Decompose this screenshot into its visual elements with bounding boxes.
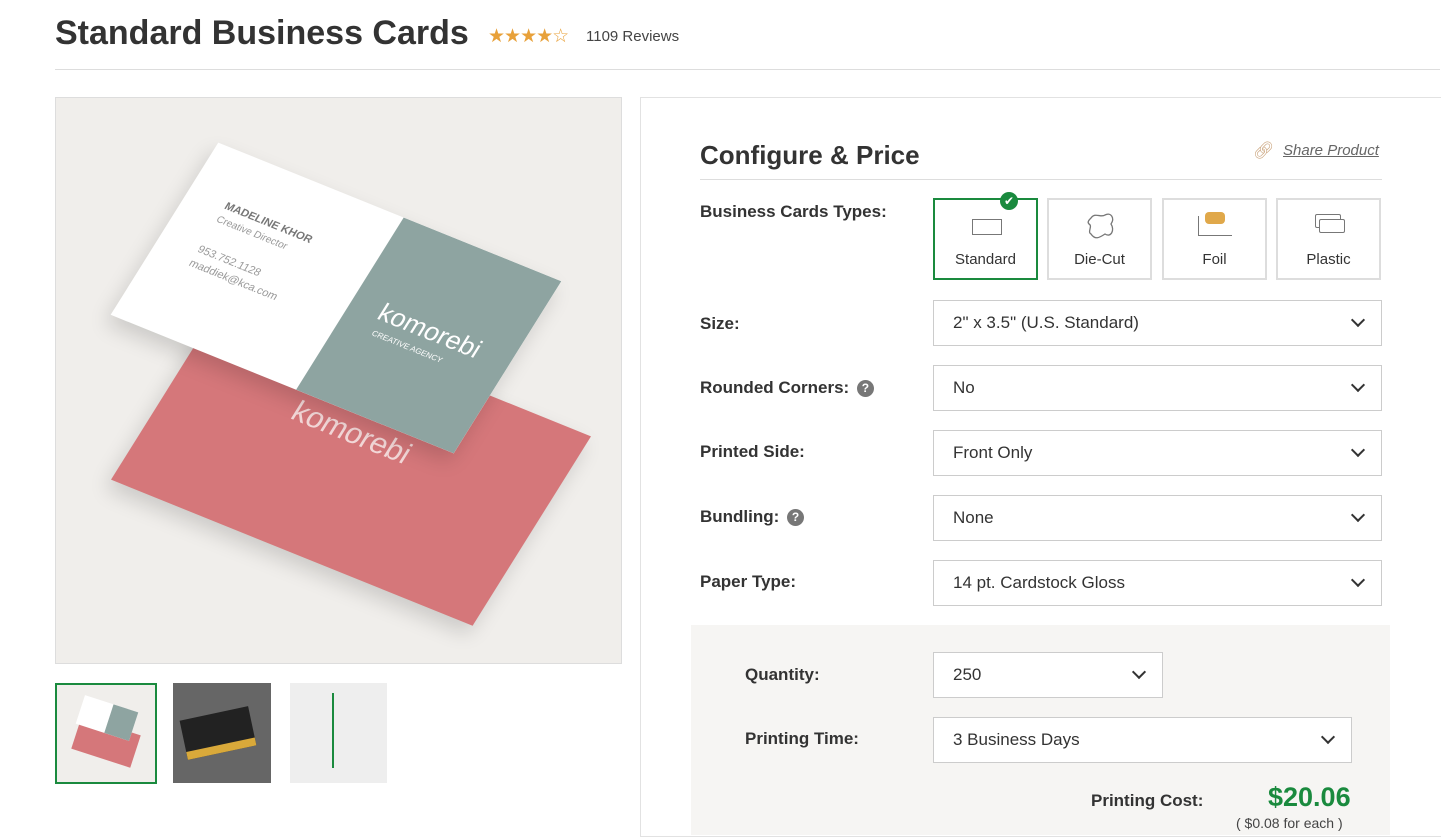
chevron-down-icon xyxy=(1350,312,1366,328)
type-label: Plastic xyxy=(1306,251,1351,268)
rounded-corners-select[interactable]: No xyxy=(933,365,1382,411)
paper-type-select[interactable]: 14 pt. Cardstock Gloss xyxy=(933,560,1382,606)
link-icon: 🔗︎ xyxy=(1253,141,1275,160)
type-standard[interactable]: Standard ✔ xyxy=(933,192,1038,280)
chevron-down-icon xyxy=(1131,664,1147,680)
chevron-down-icon xyxy=(1350,377,1366,393)
bundling-select[interactable]: None xyxy=(933,495,1382,541)
type-die-cut[interactable]: Die-Cut xyxy=(1047,198,1152,280)
type-plastic[interactable]: Plastic xyxy=(1276,198,1381,280)
label-text: Bundling: xyxy=(700,507,780,526)
select-value: None xyxy=(953,508,994,527)
chevron-down-icon xyxy=(1320,729,1336,745)
thumbnail-2[interactable] xyxy=(173,683,271,783)
printing-time-select[interactable]: 3 Business Days xyxy=(933,717,1352,763)
divider xyxy=(700,179,1382,180)
chevron-down-icon xyxy=(1350,572,1366,588)
printing-cost-label: Printing Cost: xyxy=(1091,791,1204,810)
page-title: Standard Business Cards xyxy=(55,14,469,52)
type-foil[interactable]: Foil xyxy=(1162,198,1267,280)
types-label: Business Cards Types: xyxy=(700,202,887,221)
rating-stars: ★★★★☆ xyxy=(488,26,569,47)
bundling-label: Bundling: ? xyxy=(700,507,805,527)
chevron-down-icon xyxy=(1350,442,1366,458)
size-select[interactable]: 2" x 3.5" (U.S. Standard) xyxy=(933,300,1382,346)
product-image: komorebi MADELINE KHOR Creative Director… xyxy=(55,97,622,664)
help-icon[interactable]: ? xyxy=(787,509,805,526)
rectangle-icon xyxy=(972,219,1002,235)
quantity-label: Quantity: xyxy=(745,665,820,684)
printing-cost-value: $20.06 xyxy=(1268,782,1351,812)
help-icon[interactable]: ? xyxy=(856,380,874,397)
thumbnail-3[interactable] xyxy=(290,683,387,783)
chevron-down-icon xyxy=(1350,507,1366,523)
share-product-link[interactable]: Share Product xyxy=(1283,142,1379,159)
rounded-corners-label: Rounded Corners: ? xyxy=(700,378,874,398)
printed-side-label: Printed Side: xyxy=(700,442,805,461)
reviews-link[interactable]: 1109 Reviews xyxy=(586,28,679,45)
label-text: Rounded Corners: xyxy=(700,378,850,397)
quantity-select[interactable]: 250 xyxy=(933,652,1163,698)
printing-time-label: Printing Time: xyxy=(745,729,859,748)
select-value: Front Only xyxy=(953,443,1033,462)
paper-type-label: Paper Type: xyxy=(700,572,797,591)
plastic-icon xyxy=(1315,214,1345,233)
foil-icon xyxy=(1198,212,1232,236)
select-value: 14 pt. Cardstock Gloss xyxy=(953,573,1125,592)
select-value: 3 Business Days xyxy=(953,730,1080,749)
divider xyxy=(55,69,1440,70)
type-label: Die-Cut xyxy=(1074,251,1125,268)
configure-heading: Configure & Price xyxy=(700,140,920,170)
select-value: No xyxy=(953,378,975,397)
type-label: Foil xyxy=(1202,251,1227,268)
check-icon: ✔ xyxy=(1000,192,1018,210)
thumbnail-1[interactable] xyxy=(55,683,157,784)
printed-side-select[interactable]: Front Only xyxy=(933,430,1382,476)
die-cut-icon xyxy=(1087,213,1114,239)
select-value: 2" x 3.5" (U.S. Standard) xyxy=(953,313,1139,332)
size-label: Size: xyxy=(700,314,740,333)
type-label: Standard xyxy=(955,251,1016,268)
unit-price: ( $0.08 for each ) xyxy=(1236,815,1343,831)
select-value: 250 xyxy=(953,665,982,684)
